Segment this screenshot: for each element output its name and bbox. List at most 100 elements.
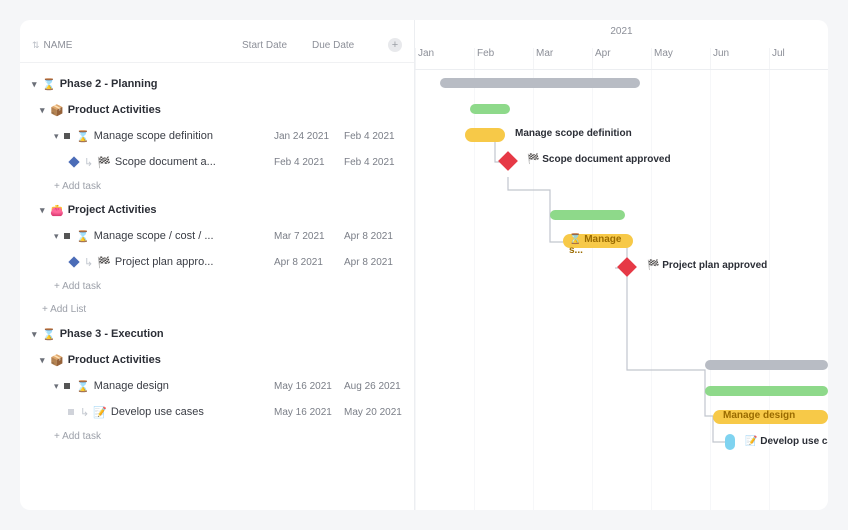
group-title: Project Activities — [68, 204, 157, 216]
subtask-icon: ↳ — [84, 156, 93, 169]
month-jul: Jul — [769, 48, 828, 69]
app-frame: ⇅ NAME Start Date Due Date + ▾ ⌛ Phase 2… — [20, 20, 828, 510]
col-due[interactable]: Due Date — [312, 40, 382, 51]
add-column[interactable]: + — [382, 38, 402, 52]
task-bar-develop-use-cases[interactable] — [725, 434, 735, 450]
start-date: May 16 2021 — [274, 407, 344, 418]
group-summary-bar[interactable] — [550, 210, 625, 220]
caret-down-icon: ▾ — [32, 79, 42, 90]
phase-row[interactable]: ▾ ⌛ Phase 3 - Execution — [32, 321, 414, 347]
phase-row[interactable]: ▾ ⌛ Phase 2 - Planning — [32, 71, 414, 97]
milestone-label: 🏁 Project plan approved — [647, 260, 767, 271]
phase-summary-bar[interactable] — [705, 360, 828, 370]
caret-down-icon: ▾ — [54, 131, 64, 142]
milestone-icon — [68, 156, 79, 167]
flag-icon: 🏁 — [97, 256, 111, 269]
list-header: ⇅ NAME Start Date Due Date + — [20, 20, 414, 63]
task-title: Develop use cases — [111, 406, 204, 418]
task-row[interactable]: ▾ ⌛ Manage design May 16 2021 Aug 26 202… — [32, 373, 414, 399]
gantt-bars: Manage scope definition 🏁 Scope document… — [415, 70, 828, 510]
add-task-button[interactable]: + Add task — [32, 175, 414, 197]
due-date: Feb 4 2021 — [344, 131, 414, 142]
phase-title: Phase 3 - Execution — [60, 328, 164, 340]
month-feb: Feb — [474, 48, 533, 69]
task-bar-manage-scope[interactable] — [465, 128, 505, 142]
add-list-button[interactable]: + Add List — [32, 297, 414, 321]
task-tree: ▾ ⌛ Phase 2 - Planning ▾ 📦 Product Activ… — [20, 63, 414, 510]
col-start-label: Start Date — [242, 40, 287, 51]
subtask-icon: ↳ — [84, 256, 93, 269]
task-title: Manage scope definition — [94, 130, 213, 142]
due-date: May 20 2021 — [344, 407, 414, 418]
task-title: Manage scope / cost / ... — [94, 230, 214, 242]
hourglass-icon: ⌛ — [42, 328, 56, 341]
doc-icon: 📝 — [93, 406, 107, 419]
subtask-title: Scope document a... — [115, 156, 216, 168]
hourglass-icon: ⌛ — [76, 380, 90, 393]
box-icon: 📦 — [50, 354, 64, 367]
due-date: Feb 4 2021 — [344, 157, 414, 168]
group-summary-bar[interactable] — [705, 386, 828, 396]
year-label: 2021 — [415, 26, 828, 37]
start-date: May 16 2021 — [274, 381, 344, 392]
status-dot-icon — [68, 409, 74, 415]
milestone-scope-doc[interactable] — [498, 151, 518, 171]
task-bar-inline-label: Manage design — [723, 410, 795, 421]
group-title: Product Activities — [68, 354, 161, 366]
start-date: Feb 4 2021 — [274, 157, 344, 168]
task-row[interactable]: ▾ ⌛ Manage scope / cost / ... Mar 7 2021… — [32, 223, 414, 249]
status-dot-icon — [64, 383, 70, 389]
subtask-row[interactable]: ↳ 🏁 Scope document a... Feb 4 2021 Feb 4… — [32, 149, 414, 175]
due-date: Apr 8 2021 — [344, 231, 414, 242]
milestone-project-plan[interactable] — [617, 257, 637, 277]
flag-icon: 🏁 — [97, 156, 111, 169]
month-jun: Jun — [710, 48, 769, 69]
start-date: Apr 8 2021 — [274, 257, 344, 268]
task-row[interactable]: ▾ ⌛ Manage scope definition Jan 24 2021 … — [32, 123, 414, 149]
box-icon: 📦 — [50, 104, 64, 117]
month-may: May — [651, 48, 710, 69]
col-name[interactable]: ⇅ NAME — [32, 40, 242, 51]
caret-down-icon: ▾ — [40, 105, 50, 116]
task-list-panel: ⇅ NAME Start Date Due Date + ▾ ⌛ Phase 2… — [20, 20, 415, 510]
task-bar-label: 📝 Develop use cases — [745, 436, 828, 447]
month-header: Jan Feb Mar Apr May Jun Jul — [415, 48, 828, 70]
month-jan: Jan — [415, 48, 474, 69]
month-mar: Mar — [533, 48, 592, 69]
task-title: Manage design — [94, 380, 169, 392]
caret-down-icon: ▾ — [40, 205, 50, 216]
plus-icon: + — [388, 38, 402, 52]
subtask-title: Project plan appro... — [115, 256, 213, 268]
start-date: Mar 7 2021 — [274, 231, 344, 242]
due-date: Aug 26 2021 — [344, 381, 414, 392]
subtask-row[interactable]: ↳ 🏁 Project plan appro... Apr 8 2021 Apr… — [32, 249, 414, 275]
group-row[interactable]: ▾ 📦 Product Activities — [32, 347, 414, 373]
milestone-icon — [68, 256, 79, 267]
phase-title: Phase 2 - Planning — [60, 78, 158, 90]
hourglass-icon: ⌛ — [76, 130, 90, 143]
milestone-label: 🏁 Scope document approved — [527, 154, 671, 165]
caret-down-icon: ▾ — [54, 381, 64, 392]
group-summary-bar[interactable] — [470, 104, 510, 114]
task-bar-label: Manage scope definition — [515, 128, 632, 139]
task-row[interactable]: ↳ 📝 Develop use cases May 16 2021 May 20… — [32, 399, 414, 425]
group-title: Product Activities — [68, 104, 161, 116]
status-dot-icon — [64, 233, 70, 239]
caret-down-icon: ▾ — [54, 231, 64, 242]
col-name-label: NAME — [44, 40, 73, 51]
gantt-timeline[interactable]: 2021 Jan Feb Mar Apr May Jun Jul — [415, 20, 828, 510]
group-row[interactable]: ▾ 👛 Project Activities — [32, 197, 414, 223]
task-bar-manage-design[interactable]: Manage design — [713, 410, 828, 424]
add-task-button[interactable]: + Add task — [32, 425, 414, 447]
task-bar-manage-scope-cost[interactable]: ⌛ Manage s... — [563, 234, 633, 248]
phase-summary-bar[interactable] — [440, 78, 640, 88]
add-task-button[interactable]: + Add task — [32, 275, 414, 297]
col-due-label: Due Date — [312, 40, 354, 51]
col-start[interactable]: Start Date — [242, 40, 312, 51]
task-bar-inline-label: ⌛ Manage s... — [569, 234, 633, 256]
status-dot-icon — [64, 133, 70, 139]
month-apr: Apr — [592, 48, 651, 69]
sort-icon: ⇅ — [32, 40, 40, 51]
subtask-icon: ↳ — [80, 406, 89, 419]
group-row[interactable]: ▾ 📦 Product Activities — [32, 97, 414, 123]
